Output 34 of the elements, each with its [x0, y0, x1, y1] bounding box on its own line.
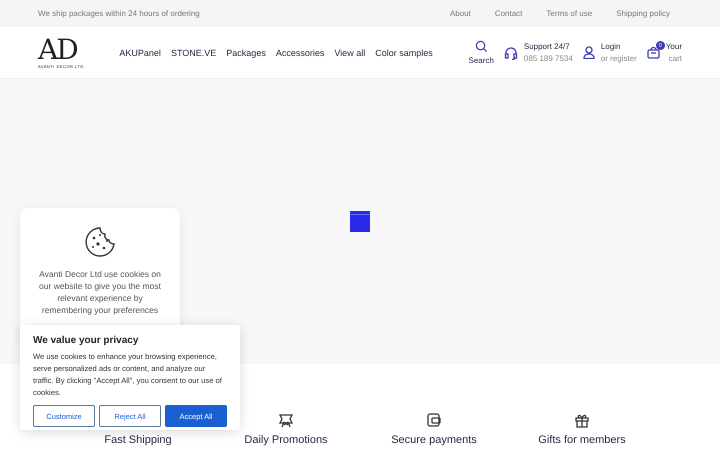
support-title[interactable]: Support 24/7: [524, 42, 573, 51]
cookie-message: Avanti Decor Ltd use cookies on our website to give you the most relevant experience by remembering your preferences: [38, 268, 162, 316]
gift-icon: [574, 412, 590, 428]
headset-icon: [504, 46, 518, 60]
cart-title[interactable]: Your: [666, 42, 682, 51]
shipping-notice: We ship packages within 24 hours of ordering: [38, 9, 200, 18]
top-link[interactable]: Shipping policy: [616, 9, 670, 18]
bag-icon[interactable]: [646, 46, 660, 59]
top-link[interactable]: About: [450, 9, 471, 18]
feature-label: Secure payments: [391, 434, 477, 446]
badge-icon: [278, 412, 294, 428]
loading-icon: [350, 211, 370, 232]
search-label[interactable]: Search: [468, 56, 494, 65]
feature-label: Fast Shipping: [104, 434, 172, 446]
register-link[interactable]: or register: [600, 54, 637, 63]
login-link[interactable]: Login: [600, 42, 637, 51]
support-phone[interactable]: 085 189 7534: [524, 54, 573, 63]
nav-link[interactable]: AKUPanel: [119, 48, 161, 58]
cookie-icon: [84, 226, 116, 258]
nav-link[interactable]: Packages: [226, 48, 266, 58]
search-icon[interactable]: [474, 40, 488, 53]
top-link[interactable]: Contact: [494, 9, 522, 18]
feature-label: Gifts for members: [538, 434, 626, 446]
logo[interactable]: AD: [38, 36, 77, 64]
nav-link[interactable]: Accessories: [276, 48, 324, 58]
user-icon[interactable]: [582, 46, 595, 59]
cart-subtitle[interactable]: cart: [668, 54, 682, 63]
privacy-title: We value your privacy: [33, 335, 140, 346]
nav-link[interactable]: Color samples: [375, 48, 433, 58]
feature-label: Daily Promotions: [244, 434, 328, 446]
top-link[interactable]: Terms of use: [546, 9, 592, 18]
nav-link[interactable]: View all: [334, 48, 366, 58]
wallet-icon: [426, 412, 442, 428]
nav-link[interactable]: STONE.VE: [170, 48, 216, 58]
